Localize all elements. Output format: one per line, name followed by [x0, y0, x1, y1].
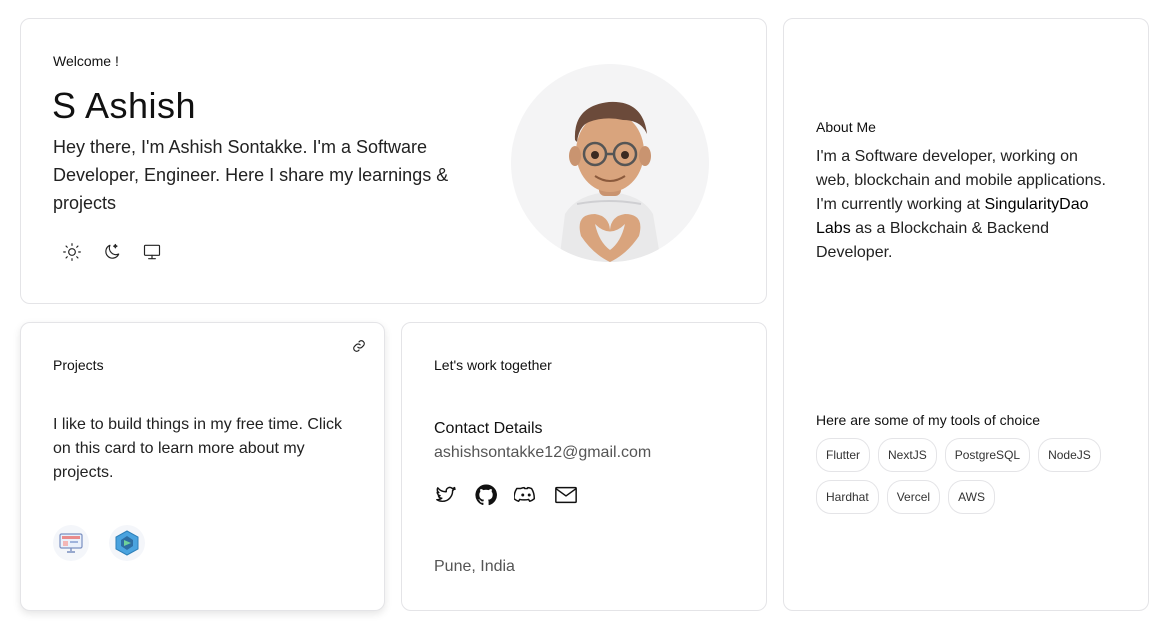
- welcome-text: Welcome !: [53, 53, 119, 69]
- contact-details-label: Contact Details: [434, 420, 543, 437]
- projects-card[interactable]: Projects I like to build things in my fr…: [20, 322, 385, 611]
- project-app-icons: [53, 525, 145, 561]
- hexagon-app-icon[interactable]: [109, 525, 145, 561]
- tool-chip: Flutter: [816, 438, 871, 472]
- monitor-icon[interactable]: [141, 241, 163, 263]
- tool-chip: NodeJS: [1038, 438, 1101, 472]
- about-title: About Me: [816, 119, 876, 135]
- about-card: About Me I'm a Software developer, worki…: [783, 18, 1149, 611]
- tool-chip: PostgreSQL: [944, 438, 1031, 472]
- profile-name: S Ashish: [52, 85, 197, 126]
- tool-chip: Hardhat: [816, 480, 879, 514]
- screen-app-icon[interactable]: [53, 525, 89, 561]
- intro-text: Hey there, I'm Ashish Sontakke. I'm a So…: [53, 137, 449, 213]
- about-text: I'm a Software developer, working on web…: [816, 145, 1116, 265]
- social-links: [434, 483, 578, 507]
- hero-card: Welcome ! S Ashish Hey there, I'm Ashish…: [20, 18, 767, 304]
- tools-label: Here are some of my tools of choice: [816, 412, 1041, 428]
- discord-icon[interactable]: [514, 483, 538, 507]
- projects-text: I like to build things in my free time. …: [53, 416, 342, 481]
- sun-icon[interactable]: [61, 241, 83, 263]
- about-text-part-2: as a Blockchain & Backend Developer.: [816, 220, 1050, 261]
- avatar: [511, 64, 709, 262]
- contact-title: Let's work together: [434, 357, 552, 373]
- email-link[interactable]: ashishsontakke12@gmail.com: [434, 444, 651, 462]
- tool-chip: Vercel: [886, 480, 941, 514]
- projects-title: Projects: [53, 357, 104, 373]
- location-text: Pune, India: [434, 558, 515, 575]
- twitter-icon[interactable]: [434, 483, 458, 507]
- theme-switcher: [61, 241, 163, 263]
- tools-list: Flutter NextJS PostgreSQL NodeJS Hardhat…: [816, 438, 1116, 514]
- tool-chip: AWS: [948, 480, 995, 514]
- link-icon[interactable]: [352, 339, 368, 355]
- mail-icon[interactable]: [554, 483, 578, 507]
- contact-card: Let's work together Contact Details ashi…: [401, 322, 767, 611]
- tool-chip: NextJS: [878, 438, 937, 472]
- moon-icon[interactable]: [101, 241, 123, 263]
- github-icon[interactable]: [474, 483, 498, 507]
